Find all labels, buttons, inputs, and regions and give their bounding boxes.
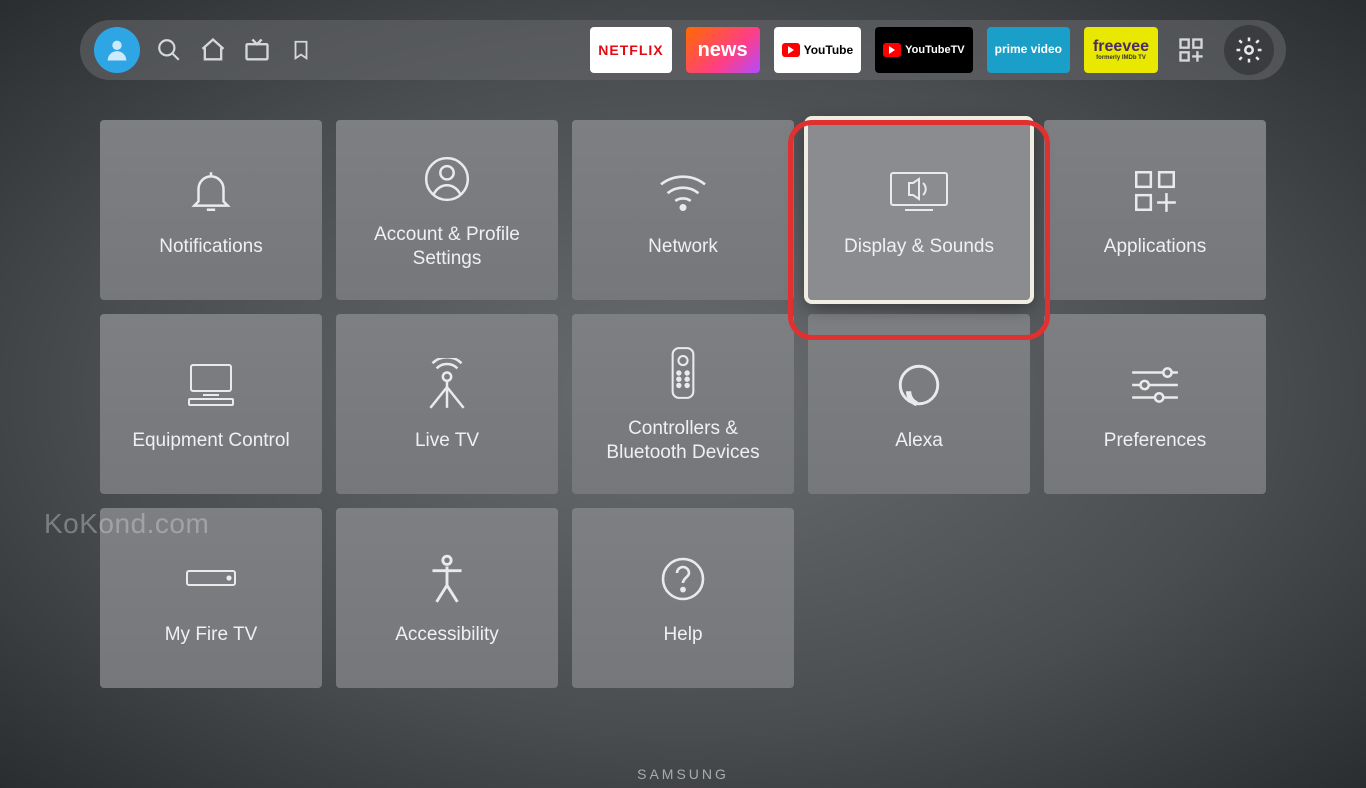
app-freevee[interactable]: freevee formerly IMDb TV [1084,27,1158,73]
search-icon [156,37,182,63]
profile-button[interactable] [94,27,140,73]
tile-controllers-bluetooth[interactable]: Controllers & Bluetooth Devices [572,314,794,494]
app-youtubetv-label: YouTubeTV [905,44,964,56]
app-youtube-label: YouTube [804,43,854,57]
bell-icon [186,161,236,221]
tile-label: Help [649,623,716,647]
home-icon [199,36,227,64]
app-freevee-sublabel: formerly IMDb TV [1096,55,1146,61]
device-icon [183,549,239,609]
tile-label: Preferences [1090,429,1220,453]
tile-livetv[interactable]: Live TV [336,314,558,494]
tile-label: Notifications [145,235,277,259]
app-primevideo[interactable]: prime video [987,27,1070,73]
home-button[interactable] [198,35,228,65]
tile-applications[interactable]: Applications [1044,120,1266,300]
tile-notifications[interactable]: Notifications [100,120,322,300]
app-youtubetv[interactable]: YouTubeTV [875,27,972,73]
gear-icon [1234,35,1264,65]
tile-label: Equipment Control [118,429,303,453]
tile-equipment-control[interactable]: Equipment Control [100,314,322,494]
tile-help[interactable]: Help [572,508,794,688]
youtube-play-icon [782,43,800,57]
bookmark-icon [290,37,312,63]
app-netflix[interactable]: NETFLIX [590,27,671,73]
search-button[interactable] [154,35,184,65]
tile-label: Network [634,235,732,259]
app-freevee-label: freevee [1093,39,1149,55]
sliders-icon [1128,355,1182,415]
wifi-icon [656,161,710,221]
alexa-icon [894,355,944,415]
top-navigation-bar: NETFLIX news YouTube YouTubeTV prime vid… [80,20,1286,80]
tile-label: Applications [1090,235,1220,259]
accessibility-icon [425,549,469,609]
livetv-nav-button[interactable] [242,35,272,65]
youtube-play-icon [883,43,901,57]
tile-alexa[interactable]: Alexa [808,314,1030,494]
tile-label: Display & Sounds [830,235,1008,259]
account-icon [422,149,472,209]
app-youtube[interactable]: YouTube [774,27,862,73]
tile-label: Account & Profile Settings [336,223,558,271]
help-icon [659,549,707,609]
settings-button[interactable] [1224,25,1274,75]
tile-accessibility[interactable]: Accessibility [336,508,558,688]
applications-icon [1130,161,1180,221]
tile-preferences[interactable]: Preferences [1044,314,1266,494]
bookmark-button[interactable] [286,35,316,65]
display-sound-icon [887,161,951,221]
tile-label: My Fire TV [151,623,272,647]
tv-brand-label: SAMSUNG [637,766,729,782]
tile-label: Accessibility [381,623,512,647]
app-news[interactable]: news [686,27,760,73]
apps-grid-icon [1177,36,1205,64]
tile-network[interactable]: Network [572,120,794,300]
settings-tiles-grid: Notifications Account & Profile Settings… [100,120,1266,688]
user-icon [103,36,131,64]
watermark-text: KoKond.com [44,508,209,540]
tv-icon [243,36,271,64]
tile-account-profile[interactable]: Account & Profile Settings [336,120,558,300]
antenna-icon [422,355,472,415]
tile-label: Controllers & Bluetooth Devices [572,417,794,465]
tile-label: Live TV [401,429,493,453]
equipment-icon [183,355,239,415]
tile-display-sounds[interactable]: Display & Sounds [808,120,1030,300]
remote-icon [668,343,698,403]
tile-label: Alexa [881,429,957,453]
all-apps-button[interactable] [1172,31,1210,69]
